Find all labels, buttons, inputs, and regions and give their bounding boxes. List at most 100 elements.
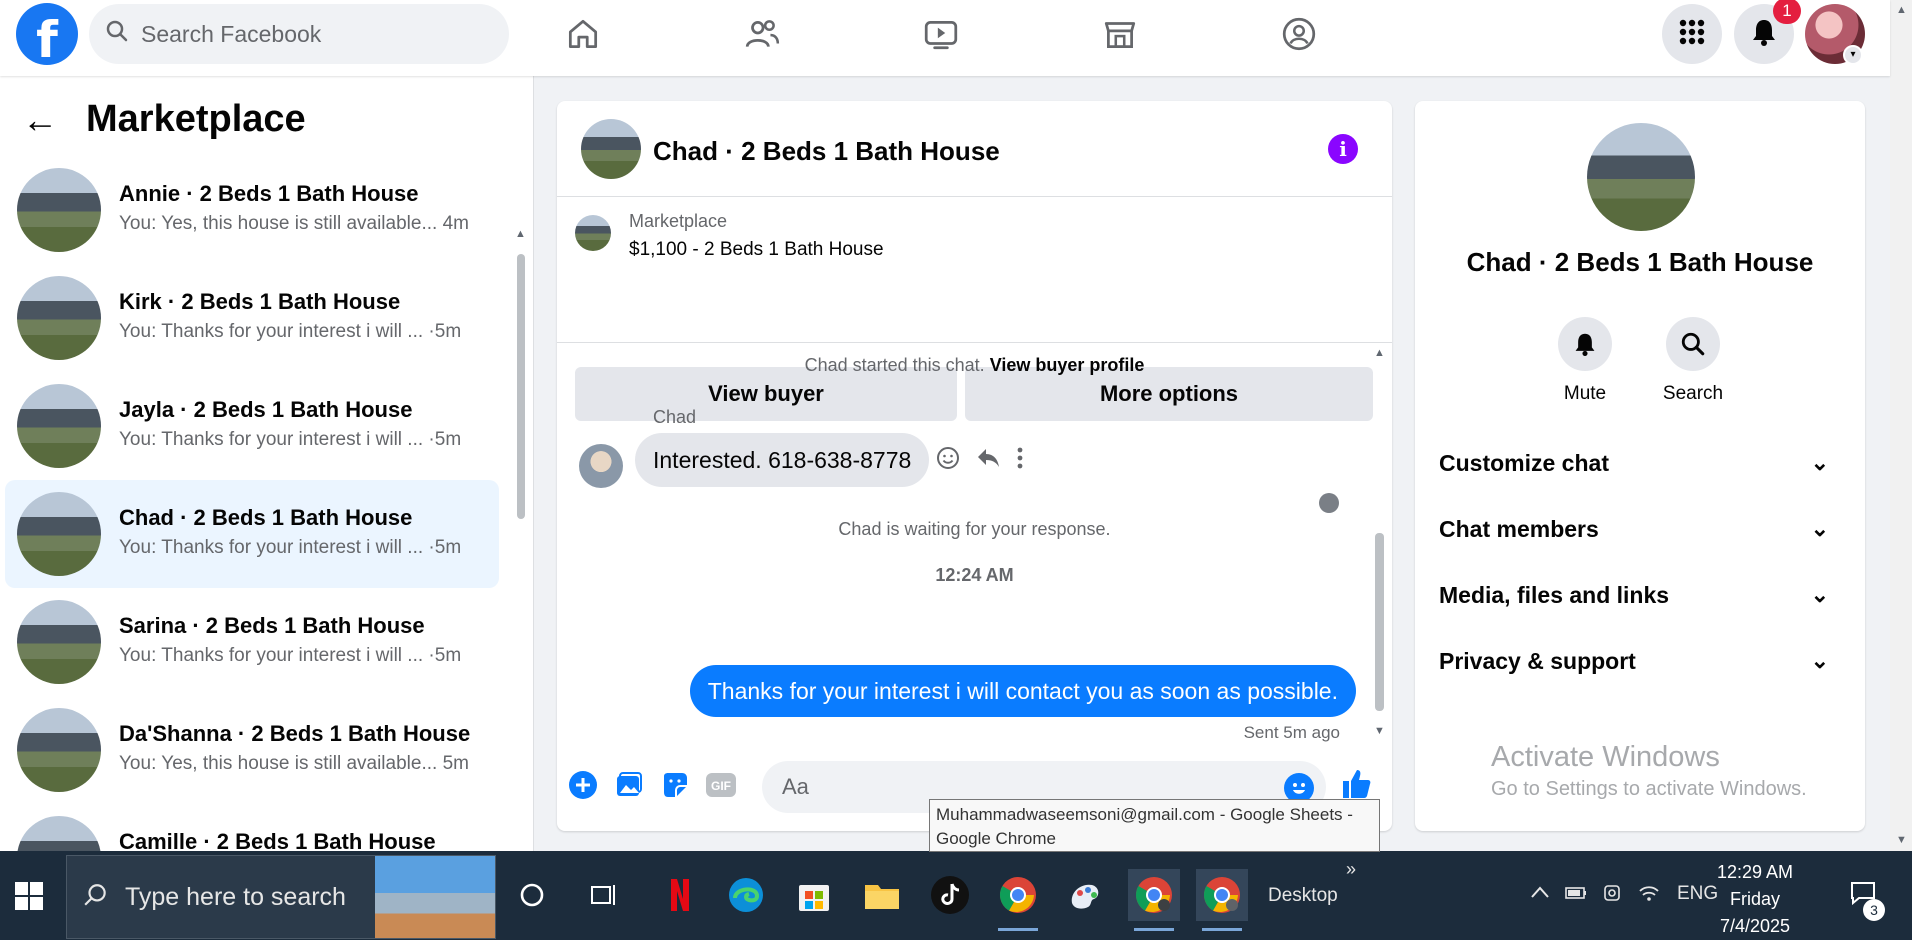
bell-icon — [1558, 317, 1612, 371]
chevron-down-icon: ⌄ — [1810, 648, 1829, 673]
messages-scrollbar[interactable]: ▲ ▼ — [1372, 343, 1386, 743]
conversation-preview: You: Thanks for your interest i will ...… — [119, 645, 461, 667]
preview-text: You: Thanks for your interest i will ... — [119, 645, 424, 666]
windows-start-icon[interactable] — [14, 881, 44, 911]
chrome-icon[interactable] — [992, 869, 1044, 931]
microsoft-store-icon[interactable] — [788, 869, 840, 921]
back-arrow-icon[interactable]: ← — [22, 101, 58, 138]
taskbar-search-placeholder: Type here to search — [125, 882, 346, 911]
windows-taskbar: Type here to search Desktop » ENG 12:29 … — [0, 851, 1912, 940]
search-icon — [105, 19, 129, 50]
home-icon[interactable] — [563, 14, 603, 54]
search-conversation-button[interactable]: Search — [1643, 317, 1743, 405]
conversation-preview: You: Thanks for your interest i will ...… — [119, 321, 461, 343]
task-view-icon[interactable] — [578, 869, 630, 921]
friends-icon[interactable] — [742, 14, 782, 54]
chat-header: Chad · 2 Beds 1 Bath House i — [557, 101, 1392, 197]
listing-avatar — [17, 708, 101, 792]
desktop-toolbar-label[interactable]: Desktop — [1268, 885, 1338, 907]
sender-name: Chad — [653, 407, 697, 427]
conversation-name: Camille · 2 Beds 1 Bath House — [119, 829, 436, 851]
listing-avatar — [17, 600, 101, 684]
taskbar-tooltip: Muhammadwaseemsoni@gmail.com - Google Sh… — [929, 799, 1380, 852]
sidebar-scrollbar[interactable]: ▲ ▼ — [515, 156, 527, 836]
info-name: Chad · 2 Beds 1 Bath House — [1466, 247, 1814, 277]
media-files-links-section[interactable]: Media, files and links ⌄ — [1439, 567, 1839, 623]
more-options-icon[interactable] — [1015, 445, 1025, 478]
info-icon[interactable]: i — [1328, 134, 1358, 164]
privacy-support-section[interactable]: Privacy & support ⌄ — [1439, 633, 1839, 689]
facebook-search-input[interactable]: Search Facebook — [89, 4, 509, 64]
chevron-down-icon: ⌄ — [1810, 450, 1829, 475]
mute-button[interactable]: Mute — [1535, 317, 1635, 405]
page-scrollbar[interactable]: ▲ ▼ — [1890, 0, 1912, 851]
customize-chat-section[interactable]: Customize chat ⌄ — [1439, 435, 1839, 491]
chevron-up-icon[interactable] — [1530, 883, 1550, 905]
scroll-up-arrow-icon[interactable]: ▲ — [1374, 347, 1385, 359]
gif-icon[interactable]: GIF — [705, 769, 737, 801]
menu-grid-button[interactable] — [1662, 4, 1722, 64]
chat-avatar[interactable] — [581, 119, 641, 179]
photo-icon[interactable] — [613, 769, 645, 801]
conversation-name: Chad · 2 Beds 1 Bath House — [119, 505, 413, 530]
top-navigation-bar: f Search Facebook 1 ▾ — [0, 0, 1890, 76]
preview-text: You: Thanks for your interest i will ... — [119, 321, 424, 342]
preview-text: You: Thanks for your interest i will ... — [119, 537, 424, 558]
sender-avatar[interactable] — [579, 444, 623, 488]
search-icon — [1666, 317, 1720, 371]
bell-icon — [1750, 17, 1778, 52]
scroll-down-arrow-icon[interactable]: ▼ — [1374, 725, 1385, 737]
meet-now-icon[interactable] — [1602, 883, 1622, 911]
system-clock[interactable]: 12:29 AM Friday 7/4/2025 — [1700, 859, 1810, 940]
groups-icon[interactable] — [1279, 14, 1319, 54]
watch-icon[interactable] — [921, 14, 961, 54]
conversation-item-active[interactable]: Chad · 2 Beds 1 Bath House You: Thanks f… — [5, 480, 499, 588]
section-label: Customize chat — [1439, 450, 1609, 476]
scrollbar-thumb[interactable] — [1375, 533, 1384, 711]
wifi-icon[interactable] — [1638, 883, 1660, 909]
chrome-profile-icon[interactable] — [1196, 869, 1248, 931]
battery-icon[interactable] — [1564, 883, 1588, 909]
scroll-down-arrow-icon[interactable]: ▼ — [1896, 834, 1907, 846]
conversation-item[interactable]: Da'Shanna · 2 Beds 1 Bath House You: Yes… — [5, 696, 499, 804]
sticker-icon[interactable] — [659, 769, 691, 801]
edge-icon[interactable] — [720, 869, 772, 921]
chat-title[interactable]: Chad · 2 Beds 1 Bath House — [653, 136, 1000, 167]
preview-text: You: Thanks for your interest i will ... — [119, 429, 424, 450]
netflix-icon[interactable] — [654, 869, 706, 921]
listing-thumbnail[interactable] — [575, 215, 611, 251]
scroll-up-arrow-icon[interactable]: ▲ — [515, 228, 526, 240]
paint-app-icon[interactable] — [1060, 869, 1112, 921]
conversation-item[interactable]: Kirk · 2 Beds 1 Bath House You: Thanks f… — [5, 264, 499, 372]
scroll-up-arrow-icon[interactable]: ▲ — [1896, 4, 1907, 16]
conversation-item[interactable]: Jayla · 2 Beds 1 Bath House You: Thanks … — [5, 372, 499, 480]
clock-time: 12:29 AM — [1716, 862, 1794, 882]
file-explorer-icon[interactable] — [856, 869, 908, 921]
chevron-right-icon[interactable]: » — [1346, 859, 1356, 880]
marketplace-icon[interactable] — [1100, 14, 1140, 54]
conversation-item[interactable]: Camille · 2 Beds 1 Bath House — [5, 804, 499, 851]
chevron-down-icon[interactable]: ▾ — [1843, 45, 1863, 65]
view-buyer-profile-link[interactable]: View buyer profile — [990, 355, 1145, 375]
conversation-preview: You: Yes, this house is still available.… — [119, 213, 469, 235]
add-icon[interactable] — [567, 769, 599, 801]
outgoing-message-bubble[interactable]: Thanks for your interest i will contact … — [689, 665, 1356, 717]
incoming-message-bubble[interactable]: Interested. 618-638-8778 — [635, 433, 930, 487]
react-icon[interactable] — [935, 445, 961, 478]
reply-icon[interactable] — [975, 445, 1001, 478]
tiktok-icon[interactable] — [924, 869, 976, 921]
cortana-icon[interactable] — [506, 869, 558, 921]
chrome-profile-icon[interactable] — [1128, 869, 1180, 931]
message-actions — [935, 445, 1025, 478]
waiting-notice: Chad is waiting for your response. — [838, 519, 1111, 539]
conversation-item[interactable]: Sarina · 2 Beds 1 Bath House You: Thanks… — [5, 588, 499, 696]
message-timestamp: 12:24 AM — [935, 565, 1014, 585]
conversation-name: Da'Shanna · 2 Beds 1 Bath House — [119, 721, 471, 746]
scrollbar-thumb[interactable] — [517, 254, 525, 519]
chat-members-section[interactable]: Chat members ⌄ — [1439, 501, 1839, 557]
mute-label: Mute — [1563, 383, 1607, 404]
facebook-logo[interactable]: f — [16, 3, 78, 65]
conversation-item[interactable]: Annie · 2 Beds 1 Bath House You: Yes, th… — [5, 156, 499, 264]
taskbar-search-box[interactable]: Type here to search — [66, 855, 496, 939]
info-avatar[interactable] — [1587, 123, 1695, 231]
